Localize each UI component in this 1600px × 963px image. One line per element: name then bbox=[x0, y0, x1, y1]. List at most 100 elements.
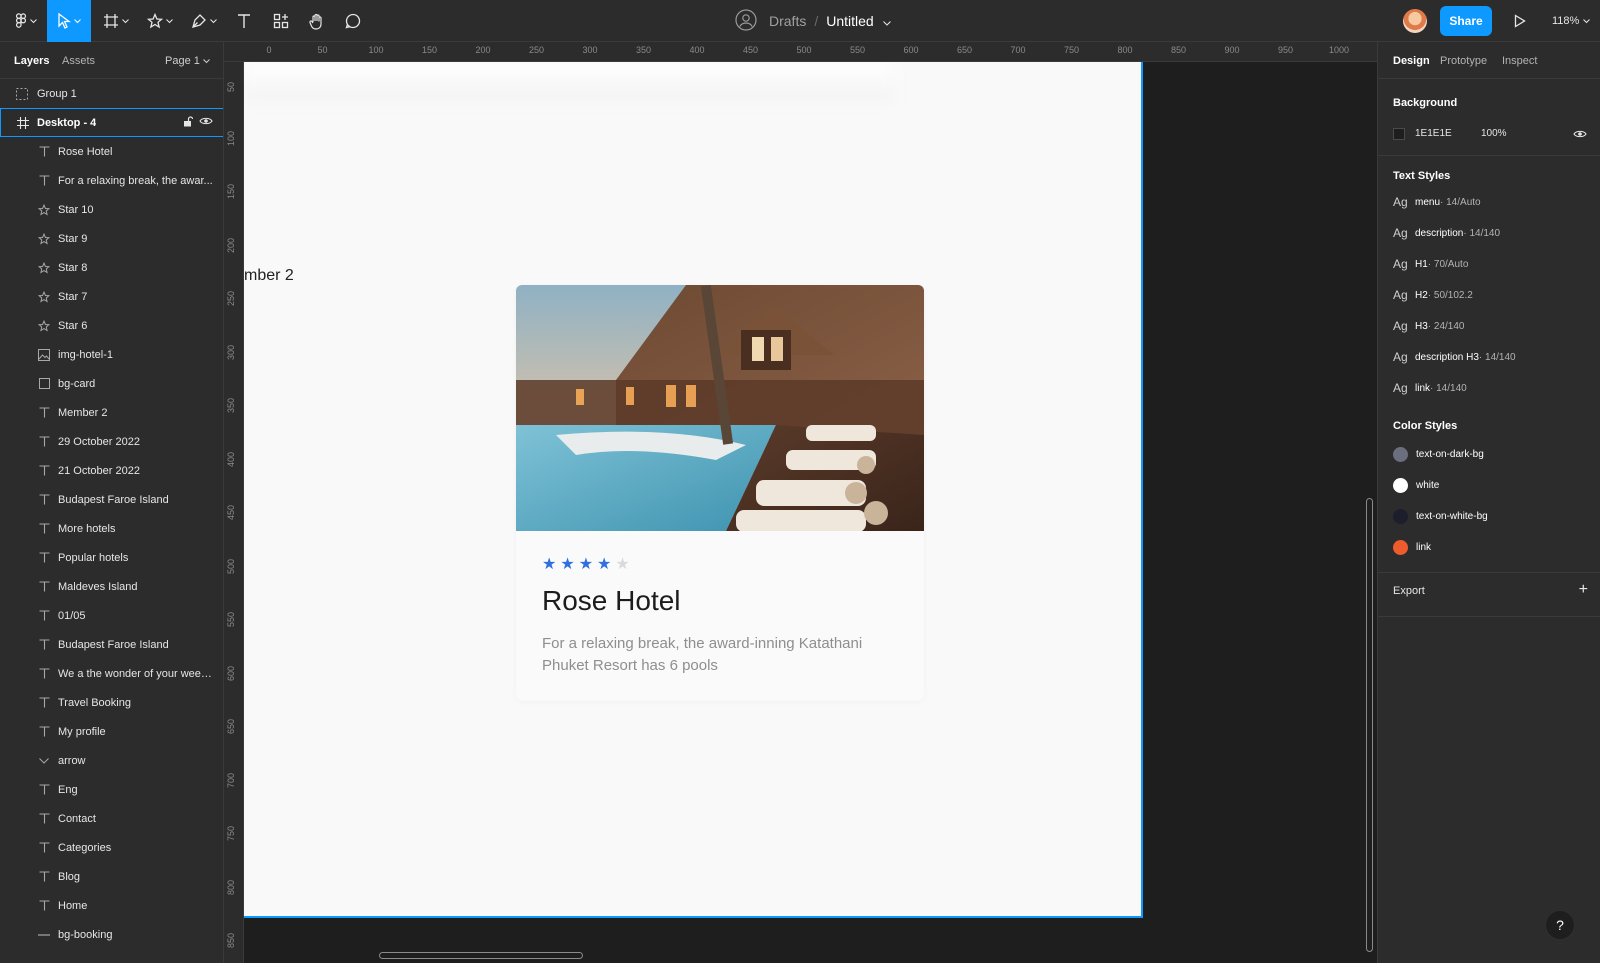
tab-assets[interactable]: Assets bbox=[62, 55, 95, 67]
layer-item[interactable]: Categories bbox=[0, 833, 223, 862]
layer-item[interactable]: bg-card bbox=[0, 369, 223, 398]
add-export-plus-icon[interactable]: + bbox=[1579, 581, 1588, 599]
background-opacity[interactable]: 100% bbox=[1481, 128, 1507, 139]
text-style-item[interactable]: Ag H3 · 24/140 bbox=[1393, 316, 1465, 336]
layer-frame-desktop-4[interactable]: Desktop - 4 bbox=[0, 108, 223, 137]
ruler-tick-label: 150 bbox=[226, 183, 236, 199]
comment-tool-button[interactable] bbox=[338, 0, 368, 42]
text-style-item[interactable]: Ag H1 · 70/Auto bbox=[1393, 254, 1468, 274]
tab-prototype[interactable]: Prototype bbox=[1440, 55, 1487, 67]
card-title[interactable]: Rose Hotel bbox=[542, 585, 681, 617]
card-description[interactable]: For a relaxing break, the award-inning K… bbox=[542, 633, 902, 677]
layer-item[interactable]: Budapest Faroe Island bbox=[0, 630, 223, 659]
share-button[interactable]: Share bbox=[1440, 6, 1492, 36]
layer-item[interactable]: Star 7 bbox=[0, 282, 223, 311]
user-avatar[interactable] bbox=[1403, 9, 1427, 33]
zoom-control[interactable]: 118% bbox=[1552, 0, 1591, 42]
ruler-tick-label: 450 bbox=[226, 504, 236, 520]
layer-item[interactable]: Contact bbox=[0, 804, 223, 833]
layer-item[interactable]: 01/05 bbox=[0, 601, 223, 630]
layer-item[interactable]: More hotels bbox=[0, 514, 223, 543]
star-filled-icon[interactable]: ★ bbox=[560, 557, 574, 573]
layer-item[interactable]: Home bbox=[0, 891, 223, 920]
layer-item[interactable]: Budapest Faroe Island bbox=[0, 485, 223, 514]
ruler-tick-label: 50 bbox=[317, 45, 328, 55]
text-style-item[interactable]: Ag description H3 · 14/140 bbox=[1393, 347, 1516, 367]
color-style-item[interactable]: white bbox=[1393, 475, 1439, 495]
star-filled-icon[interactable]: ★ bbox=[542, 557, 556, 573]
layer-item[interactable]: Star 9 bbox=[0, 224, 223, 253]
star-filled-icon[interactable]: ★ bbox=[597, 557, 611, 573]
layer-item[interactable]: Travel Booking bbox=[0, 688, 223, 717]
pen-tool-button[interactable] bbox=[184, 0, 224, 42]
eye-icon[interactable] bbox=[199, 116, 213, 130]
team-avatar-icon[interactable] bbox=[735, 8, 757, 34]
help-button[interactable]: ? bbox=[1545, 910, 1575, 940]
text-style-item[interactable]: Ag H2 · 50/102.2 bbox=[1393, 285, 1473, 305]
eye-icon[interactable] bbox=[1573, 129, 1587, 142]
text-icon bbox=[36, 666, 52, 682]
layer-group-1[interactable]: Group 1 bbox=[0, 79, 223, 108]
tab-layers[interactable]: Layers bbox=[14, 55, 49, 67]
text-style-item[interactable]: Ag description · 14/140 bbox=[1393, 223, 1500, 243]
page-selector[interactable]: Page 1 bbox=[165, 55, 210, 67]
layer-item[interactable]: Member 2 bbox=[0, 398, 223, 427]
horizontal-scrollbar[interactable] bbox=[379, 952, 583, 959]
ruler-tick-label: 800 bbox=[226, 879, 236, 895]
chevron-down-icon[interactable] bbox=[882, 13, 891, 29]
layer-item[interactable]: Eng bbox=[0, 775, 223, 804]
tab-inspect[interactable]: Inspect bbox=[1502, 55, 1537, 67]
design-panel: Design Prototype Inspect Background 1E1E… bbox=[1377, 42, 1600, 963]
move-tool-button[interactable] bbox=[47, 0, 91, 42]
main-menu-button[interactable] bbox=[6, 0, 46, 42]
layer-item[interactable]: For a relaxing break, the awar... bbox=[0, 166, 223, 195]
frame-desktop-4[interactable]: mber 2 ★ ★ ★ ★ ★ Rose Hotel For a relaxi… bbox=[244, 62, 1143, 918]
unlock-icon[interactable] bbox=[183, 115, 194, 130]
layer-item[interactable]: bg-booking bbox=[0, 920, 223, 949]
shape-tool-button[interactable] bbox=[140, 0, 180, 42]
star-icon bbox=[36, 260, 52, 276]
color-style-item[interactable]: link bbox=[1393, 537, 1431, 557]
background-fill-row[interactable]: 1E1E1E 100% bbox=[1393, 126, 1588, 142]
layer-item[interactable]: Popular hotels bbox=[0, 543, 223, 572]
layer-item[interactable]: My profile bbox=[0, 717, 223, 746]
star-empty-icon[interactable]: ★ bbox=[615, 557, 629, 573]
layer-label: For a relaxing break, the awar... bbox=[58, 174, 213, 187]
tab-design[interactable]: Design bbox=[1393, 55, 1430, 67]
color-style-item[interactable]: text-on-dark-bg bbox=[1393, 444, 1484, 464]
present-button[interactable] bbox=[1506, 0, 1534, 42]
background-hex[interactable]: 1E1E1E bbox=[1415, 128, 1452, 139]
layer-item[interactable]: Rose Hotel bbox=[0, 137, 223, 166]
layer-item[interactable]: 29 October 2022 bbox=[0, 427, 223, 456]
text-icon bbox=[36, 724, 52, 740]
background-swatch[interactable] bbox=[1393, 128, 1405, 140]
img-hotel-1[interactable] bbox=[516, 285, 924, 531]
divider bbox=[1378, 572, 1600, 573]
layer-item[interactable]: Maldeves Island bbox=[0, 572, 223, 601]
frame-tool-button[interactable] bbox=[96, 0, 136, 42]
breadcrumb-drafts[interactable]: Drafts bbox=[769, 13, 806, 29]
layer-item[interactable]: Star 8 bbox=[0, 253, 223, 282]
text-icon bbox=[36, 695, 52, 711]
resources-tool-button[interactable] bbox=[266, 0, 296, 42]
layer-item[interactable]: We a the wonder of your week... bbox=[0, 659, 223, 688]
text-style-item[interactable]: Ag menu · 14/Auto bbox=[1393, 192, 1481, 212]
text-styles-heading: Text Styles bbox=[1393, 170, 1451, 182]
hotel-card[interactable]: ★ ★ ★ ★ ★ Rose Hotel For a relaxing break, t… bbox=[516, 285, 924, 701]
star-filled-icon[interactable]: ★ bbox=[579, 557, 593, 573]
layer-item[interactable]: Star 10 bbox=[0, 195, 223, 224]
color-style-item[interactable]: text-on-white-bg bbox=[1393, 506, 1488, 526]
member-2-text[interactable]: mber 2 bbox=[244, 267, 294, 285]
layer-item[interactable]: arrow bbox=[0, 746, 223, 775]
layer-item[interactable]: 21 October 2022 bbox=[0, 456, 223, 485]
text-style-item[interactable]: Ag link · 14/140 bbox=[1393, 378, 1467, 398]
vertical-scrollbar[interactable] bbox=[1366, 498, 1373, 952]
layer-item[interactable]: img-hotel-1 bbox=[0, 340, 223, 369]
canvas[interactable]: mber 2 ★ ★ ★ ★ ★ Rose Hotel For a relaxi… bbox=[244, 62, 1377, 963]
layer-label: More hotels bbox=[58, 522, 116, 535]
layer-item[interactable]: Star 6 bbox=[0, 311, 223, 340]
hand-tool-button[interactable] bbox=[302, 0, 332, 42]
file-title[interactable]: Untitled bbox=[826, 13, 873, 29]
text-tool-button[interactable] bbox=[229, 0, 259, 42]
layer-item[interactable]: Blog bbox=[0, 862, 223, 891]
